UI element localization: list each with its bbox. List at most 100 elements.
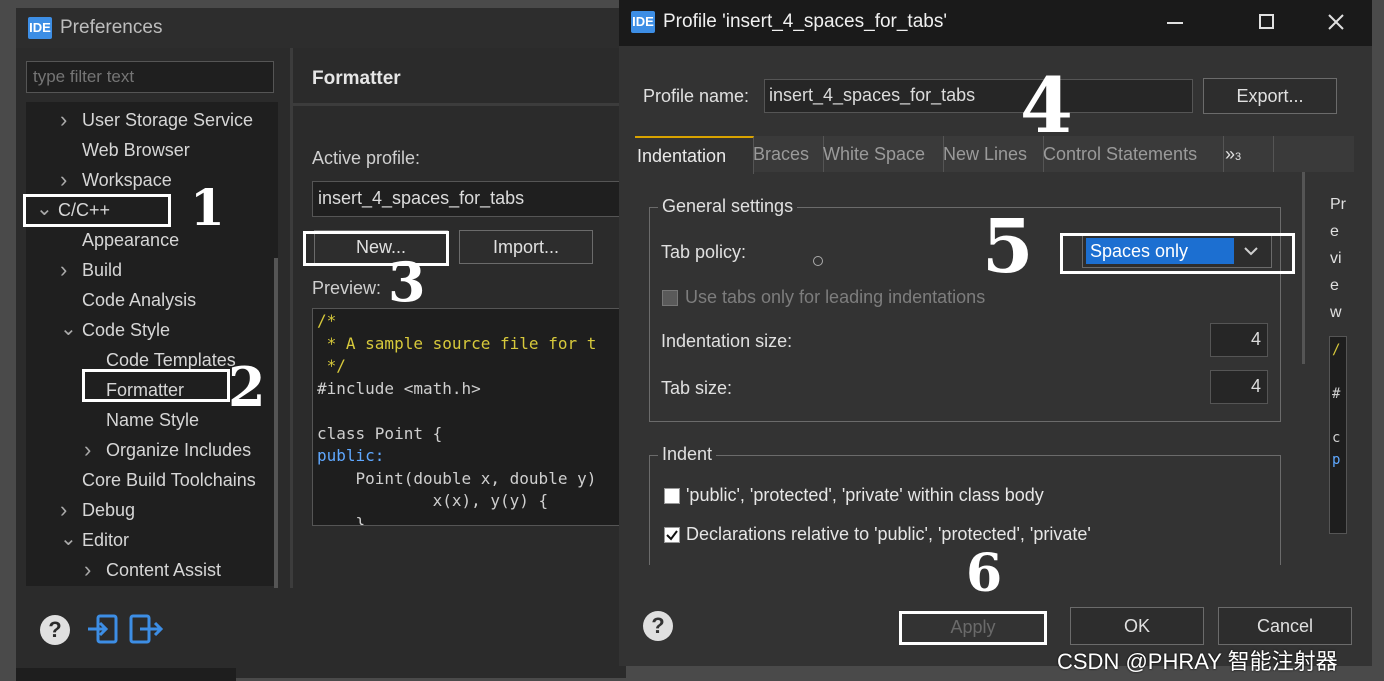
chevron-right-icon[interactable]: › xyxy=(60,497,67,523)
preferences-bottom-bar: ? xyxy=(16,588,626,678)
overflow-count: 3 xyxy=(1235,151,1242,163)
tab-braces[interactable]: Braces xyxy=(751,136,824,172)
indentation-size-input[interactable]: 4 xyxy=(1210,323,1268,357)
code-line: class Point { xyxy=(317,423,443,443)
code-line: Point(double x, double y) xyxy=(317,468,597,488)
annotation-5: 5 xyxy=(982,204,1034,290)
declarations-indent-checkbox[interactable] xyxy=(664,527,680,543)
active-profile-label: Active profile: xyxy=(312,148,421,168)
page-title: Formatter xyxy=(312,68,401,89)
access-specifier-indent-label: 'public', 'protected', 'private' within … xyxy=(686,485,1044,505)
annotation-4: 4 xyxy=(1020,61,1073,150)
window-title: Preferences xyxy=(60,17,163,38)
code-line: x(x), y(y) { xyxy=(317,491,549,510)
panel-divider[interactable] xyxy=(290,48,293,588)
code-line: public: xyxy=(317,446,385,465)
indent-group: Indent 'public', 'protected', 'private' … xyxy=(649,444,1281,565)
side-preview-letter: e xyxy=(1330,277,1339,294)
tree-item[interactable]: Code Templates xyxy=(106,350,236,371)
watermark: CSDN @PHRAY 智能注射器 xyxy=(1057,649,1338,674)
side-code-preview: / # c p xyxy=(1329,336,1347,534)
chevron-right-icon[interactable]: › xyxy=(84,557,91,583)
code-line: /* xyxy=(317,311,337,330)
tree-item[interactable]: Organize Includes xyxy=(106,440,251,461)
chevron-right-icon[interactable]: › xyxy=(60,167,67,193)
annotation-1: 1 xyxy=(190,178,225,237)
tree-item[interactable]: Core Build Toolchains xyxy=(82,470,256,491)
tree-item[interactable]: Debug xyxy=(82,500,135,521)
highlight-apply-button xyxy=(899,611,1047,645)
tree-item[interactable]: Code Style xyxy=(82,320,170,341)
import-profile-button[interactable]: Import... xyxy=(459,230,593,264)
active-profile-select[interactable]: insert_4_spaces_for_tabs xyxy=(312,181,626,217)
chevron-down-icon[interactable]: ⌄ xyxy=(60,316,77,341)
import-preferences-icon[interactable] xyxy=(86,612,120,646)
tab-policy-label: Tab policy: xyxy=(661,242,747,262)
export-button[interactable]: Export... xyxy=(1203,78,1337,114)
annotation-2: 2 xyxy=(228,355,266,419)
code-line: * A sample source file for t xyxy=(317,333,597,353)
general-settings-label: General settings xyxy=(658,196,798,217)
tree-scrollbar[interactable] xyxy=(274,258,278,588)
code-line: #include <math.h> xyxy=(317,378,481,398)
code-preview: /* * A sample source file for t */ #inclu… xyxy=(312,308,626,526)
preferences-window: IDE Preferences › User Storage Service Web… xyxy=(16,8,626,678)
tab-indentation[interactable]: Indentation xyxy=(635,136,754,174)
annotation-6: 6 xyxy=(966,543,1003,604)
tree-item[interactable]: Appearance xyxy=(82,230,179,251)
tab-size-label: Tab size: xyxy=(661,378,733,398)
tree-item[interactable]: Editor xyxy=(82,530,129,551)
window-shadow xyxy=(16,668,236,681)
maximize-icon[interactable] xyxy=(1259,14,1274,29)
side-preview-letter: e xyxy=(1330,223,1339,240)
highlight-tab-policy xyxy=(1060,233,1295,274)
dialog-title: Profile 'insert_4_spaces_for_tabs' xyxy=(663,11,947,32)
side-preview-letter: w xyxy=(1330,304,1342,321)
settings-scrollbar[interactable] xyxy=(1302,172,1305,364)
tree-item[interactable]: Content Assist xyxy=(106,560,221,581)
use-tabs-checkbox[interactable] xyxy=(662,290,678,306)
ok-button[interactable]: OK xyxy=(1070,607,1204,645)
preferences-tree: › User Storage Service Web Browser › Workspa… xyxy=(26,102,278,586)
code-line: */ xyxy=(317,356,346,375)
code-line: } xyxy=(317,513,366,526)
tree-item[interactable]: User Storage Service xyxy=(82,110,253,131)
tab-white-space[interactable]: White Space xyxy=(821,136,944,172)
highlight-cpp xyxy=(23,194,171,227)
annotation-3: 3 xyxy=(388,250,426,314)
tab-size-input[interactable]: 4 xyxy=(1210,370,1268,404)
side-preview-letter: vi xyxy=(1330,250,1342,267)
help-icon[interactable]: ? xyxy=(643,611,673,641)
cursor-icon xyxy=(813,256,823,266)
minimize-icon[interactable] xyxy=(1167,22,1183,24)
highlight-new-button xyxy=(303,231,449,266)
tree-item[interactable]: Build xyxy=(82,260,122,281)
tabs-overflow-button[interactable]: »3 xyxy=(1223,136,1274,172)
help-icon[interactable]: ? xyxy=(40,615,70,645)
indentation-size-label: Indentation size: xyxy=(661,331,793,351)
chevron-right-icon[interactable]: › xyxy=(60,107,67,133)
filter-input[interactable] xyxy=(26,61,274,93)
chevron-right-icon[interactable]: › xyxy=(60,257,67,283)
declarations-indent-label: Declarations relative to 'public', 'prot… xyxy=(686,524,1091,544)
export-preferences-icon[interactable] xyxy=(128,612,164,646)
tree-item[interactable]: Workspace xyxy=(82,170,172,191)
cancel-button[interactable]: Cancel xyxy=(1218,607,1352,645)
tree-item[interactable]: Code Analysis xyxy=(82,290,196,311)
access-specifier-indent-checkbox[interactable] xyxy=(664,488,680,504)
chevron-right-icon[interactable]: › xyxy=(84,437,91,463)
close-icon[interactable] xyxy=(1327,13,1345,31)
tree-item[interactable]: Web Browser xyxy=(82,140,190,161)
tab-bar: Indentation Braces White Space New Lines… xyxy=(635,136,1354,174)
tree-item[interactable]: Name Style xyxy=(106,410,199,431)
preview-label: Preview: xyxy=(312,278,382,298)
check-icon xyxy=(666,530,678,541)
formatter-header: Formatter xyxy=(293,52,626,106)
profile-name-label: Profile name: xyxy=(643,86,750,106)
profile-name-input[interactable]: insert_4_spaces_for_tabs xyxy=(764,79,1193,113)
overflow-chevron-icon: » xyxy=(1225,144,1236,164)
indent-group-label: Indent xyxy=(658,444,717,465)
preferences-title-bar: IDE Preferences xyxy=(16,8,626,48)
chevron-down-icon[interactable]: ⌄ xyxy=(60,526,77,551)
ide-logo: IDE xyxy=(28,17,52,39)
